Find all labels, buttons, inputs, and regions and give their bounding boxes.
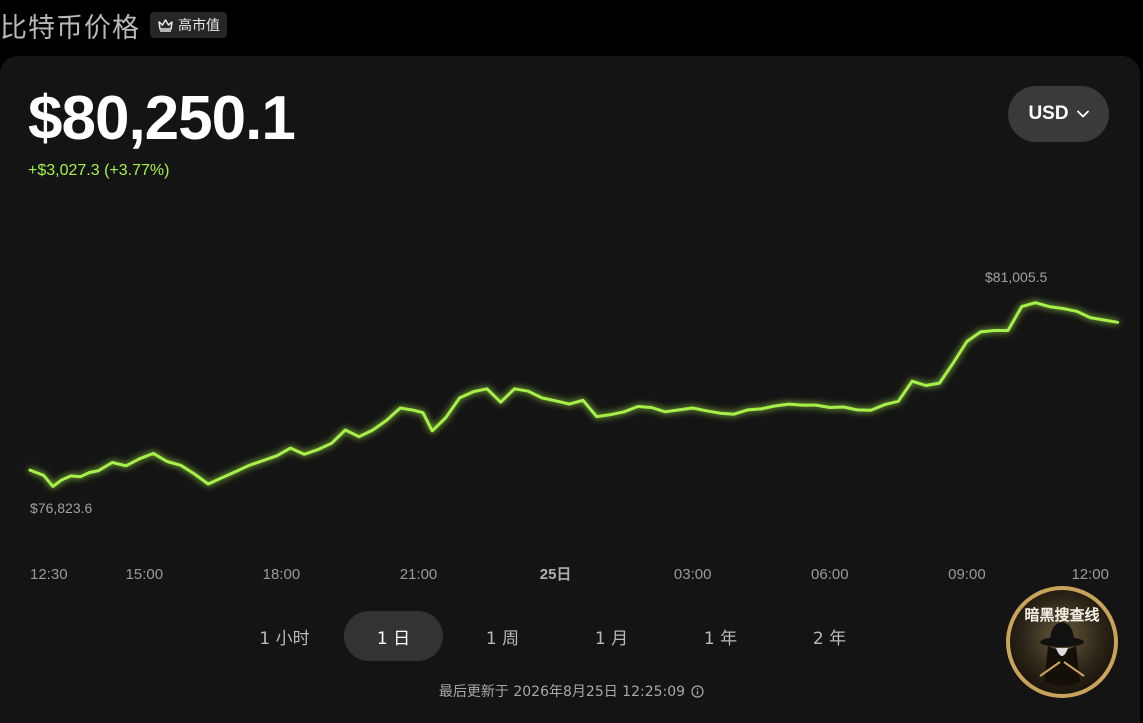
page-title: 比特币价格 [0, 12, 140, 44]
range-tab-3[interactable]: 1 月 [557, 611, 666, 661]
x-tick-label: 21:00 [400, 566, 438, 583]
x-tick-label: 25日 [540, 566, 572, 583]
x-tick-label: 12:00 [1071, 566, 1109, 583]
x-tick-label: 03:00 [674, 566, 712, 583]
market-cap-badge: 高市值 [150, 12, 227, 38]
min-price-label: $76,823.6 [30, 500, 92, 516]
watermark-logo: 暗黑搜查线 [1006, 586, 1118, 698]
x-tick-label: 09:00 [948, 566, 986, 583]
max-price-label: $81,005.5 [985, 269, 1047, 285]
price-chart: $76,823.6 $81,005.5 12:30 15:00 18:00 21:00 2… [28, 269, 1120, 583]
x-tick-label: 18:00 [263, 566, 301, 583]
x-tick-label: 06:00 [811, 566, 849, 583]
page-header: 比特币价格 高市值 [0, 5, 227, 45]
range-tab-0[interactable]: 1 小时 [230, 611, 339, 661]
range-tab-5[interactable]: 2 年 [775, 611, 884, 661]
range-tab-4[interactable]: 1 年 [666, 611, 775, 661]
crown-icon [158, 19, 173, 32]
last-updated: 最后更新于 2026年8月25日 12:25:09 [0, 681, 1143, 701]
market-cap-badge-label: 高市值 [178, 18, 220, 34]
x-tick-label: 15:00 [126, 566, 164, 583]
watermark-text: 暗黑搜查线 [1024, 606, 1099, 624]
info-icon[interactable] [691, 684, 704, 698]
range-tab-2[interactable]: 1 周 [448, 611, 557, 661]
range-tab-1[interactable]: 1 日 [344, 611, 443, 661]
last-updated-text: 最后更新于 2026年8月25日 12:25:09 [438, 684, 686, 700]
range-tabs: 1 小时 1 日1 周1 月1 年2 年 [230, 611, 884, 661]
x-tick-label: 12:30 [30, 566, 68, 583]
price-series-line [28, 301, 1120, 488]
